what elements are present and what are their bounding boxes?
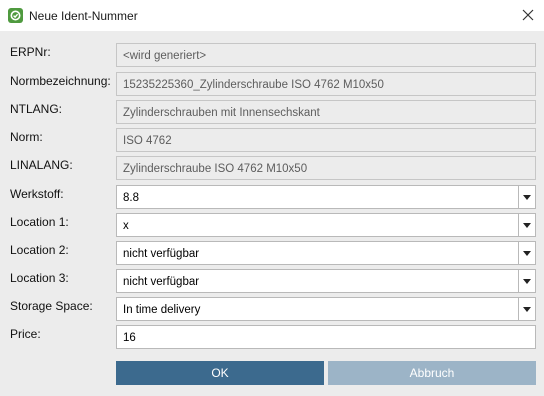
normbezeichnung-field: 15235225360_Zylinderschraube ISO 4762 M1… [116, 72, 536, 96]
row-location-3: Location 3: nicht verfügbar [0, 269, 544, 294]
norm-field: ISO 4762 [116, 128, 536, 152]
dropdown-button[interactable] [518, 242, 535, 264]
chevron-down-icon[interactable] [523, 251, 531, 256]
row-linalang: LINALANG: Zylinderschraube ISO 4762 M10x… [0, 156, 544, 181]
row-werkstoff: Werkstoff: 8.8 [0, 185, 544, 210]
dialog-body: ERPNr: <wird generiert> Normbezeichnung:… [0, 31, 544, 396]
erpnr-field: <wird generiert> [116, 43, 536, 67]
cancel-button[interactable]: Abbruch [328, 361, 536, 385]
field-label: Location 3: [10, 271, 69, 285]
field-label: Normbezeichnung: [10, 74, 111, 88]
field-label: Werkstoff: [10, 187, 64, 201]
row-price: Price: 16 [0, 325, 544, 350]
field-value: ISO 4762 [123, 135, 172, 147]
row-normbezeichnung: Normbezeichnung: 15235225360_Zylindersch… [0, 72, 544, 97]
selected-value: x [123, 220, 129, 232]
row-ntlang: NTLANG: Zylinderschrauben mit Innensechs… [0, 100, 544, 125]
row-location-1: Location 1: x [0, 213, 544, 238]
row-storage-space: Storage Space: In time delivery [0, 297, 544, 322]
selected-value: 8.8 [123, 192, 139, 204]
ok-button[interactable]: OK [116, 361, 324, 385]
field-value: 16 [123, 332, 136, 344]
row-location-2: Location 2: nicht verfügbar [0, 241, 544, 266]
storage-space-select[interactable]: In time delivery [116, 297, 536, 321]
field-label: ERPNr: [10, 45, 51, 59]
chevron-down-icon[interactable] [523, 307, 531, 312]
field-label: Location 2: [10, 243, 69, 257]
dropdown-button[interactable] [518, 270, 535, 292]
selected-value: nicht verfügbar [123, 248, 200, 260]
window-title: Neue Ident-Nummer [29, 9, 138, 23]
field-label: NTLANG: [10, 102, 63, 116]
field-value: <wird generiert> [123, 50, 207, 62]
werkstoff-select[interactable]: 8.8 [116, 185, 536, 209]
field-label: Storage Space: [10, 299, 93, 313]
field-label: LINALANG: [10, 158, 73, 172]
location-2-select[interactable]: nicht verfügbar [116, 241, 536, 265]
chevron-down-icon[interactable] [523, 279, 531, 284]
field-value: Zylinderschrauben mit Innensechskant [123, 107, 320, 119]
location-1-select[interactable]: x [116, 213, 536, 237]
chevron-down-icon[interactable] [523, 223, 531, 228]
selected-value: nicht verfügbar [123, 276, 200, 288]
app-logo-icon [8, 8, 23, 23]
field-label: Location 1: [10, 215, 69, 229]
selected-value: In time delivery [123, 304, 201, 316]
field-label: Price: [10, 327, 41, 341]
chevron-down-icon[interactable] [523, 195, 531, 200]
linalang-field: Zylinderschraube ISO 4762 M10x50 [116, 156, 536, 180]
field-value: 15235225360_Zylinderschraube ISO 4762 M1… [123, 79, 384, 91]
location-3-select[interactable]: nicht verfügbar [116, 269, 536, 293]
ntlang-field: Zylinderschrauben mit Innensechskant [116, 100, 536, 124]
price-input[interactable]: 16 [116, 325, 536, 349]
dropdown-button[interactable] [518, 214, 535, 236]
row-norm: Norm: ISO 4762 [0, 128, 544, 153]
dropdown-button[interactable] [518, 298, 535, 320]
field-value: Zylinderschraube ISO 4762 M10x50 [123, 163, 308, 175]
row-erpnr: ERPNr: <wird generiert> [0, 43, 544, 68]
title-bar: Neue Ident-Nummer [0, 0, 544, 31]
dropdown-button[interactable] [518, 186, 535, 208]
close-button[interactable] [512, 0, 544, 31]
field-label: Norm: [10, 130, 43, 144]
close-icon[interactable] [522, 9, 534, 21]
